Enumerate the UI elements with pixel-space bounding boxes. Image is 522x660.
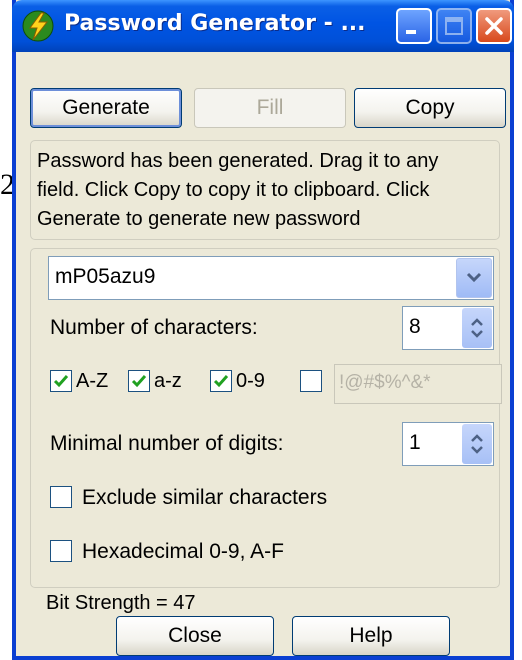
password-combobox[interactable]: mP05azu9 [48,256,494,300]
digits-checkbox[interactable] [210,370,232,392]
digits-label: 0-9 [236,370,265,392]
spin-arrows[interactable] [462,424,492,464]
spin-arrows[interactable] [462,308,492,348]
num-chars-value[interactable]: 8 [409,315,421,339]
password-value[interactable]: mP05azu9 [55,265,155,289]
num-chars-label: Number of characters: [50,316,258,339]
uppercase-label: A-Z [76,370,109,392]
help-button[interactable]: Help [292,616,450,656]
exclude-similar-checkbox[interactable] [50,486,72,508]
maximize-icon [445,17,463,35]
info-line: field. Click Copy to copy it to clipboar… [37,179,430,201]
password-generator-window: Password Generator - ... Generate Fill C… [12,0,514,660]
maximize-button [436,8,472,44]
close-icon [485,17,503,35]
generate-button[interactable]: Generate [30,88,182,128]
lowercase-checkbox[interactable] [128,370,150,392]
bit-strength-label: Bit Strength = 47 [46,592,196,614]
title-bar[interactable]: Password Generator - ... [12,0,514,52]
special-chars-field: !@#$%^&* [334,364,502,404]
exclude-similar-label: Exclude similar characters [82,486,328,509]
up-down-arrows-icon [471,434,483,454]
close-button[interactable]: Close [116,616,274,656]
lightning-icon [22,10,54,42]
up-down-arrows-icon [471,318,483,338]
lowercase-label: a-z [154,370,182,392]
info-message: Password has been generated. Drag it to … [30,140,500,240]
chevron-down-icon [466,272,482,283]
special-chars-checkbox[interactable] [300,370,322,392]
min-digits-label: Minimal number of digits: [50,432,284,455]
num-chars-spinner[interactable]: 8 [402,306,494,350]
dropdown-button[interactable] [456,258,492,298]
minimize-icon [406,30,416,34]
uppercase-checkbox[interactable] [50,370,72,392]
copy-button[interactable]: Copy [354,88,506,128]
hexadecimal-label: Hexadecimal 0-9, A-F [82,540,284,563]
info-line: Generate to generate new password [37,208,361,230]
close-window-button[interactable] [476,8,512,44]
fill-button: Fill [194,88,346,128]
checkmark-icon [53,375,69,388]
min-digits-spinner[interactable]: 1 [402,422,494,466]
hexadecimal-checkbox[interactable] [50,540,72,562]
info-line: Password has been generated. Drag it to … [37,150,439,172]
minimize-button[interactable] [396,8,432,44]
min-digits-value[interactable]: 1 [409,431,421,455]
checkmark-icon [213,375,229,388]
checkmark-icon [131,375,147,388]
window-title: Password Generator - ... [64,11,366,36]
